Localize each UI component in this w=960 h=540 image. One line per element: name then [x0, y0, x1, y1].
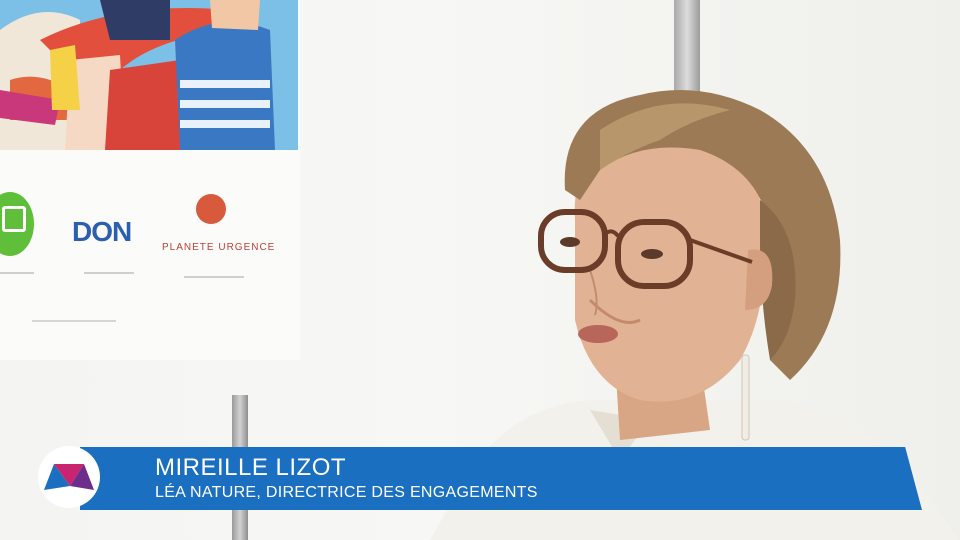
speaker-title: LÉA NATURE, DIRECTRICE DES ENGAGEMENTS: [155, 484, 538, 501]
video-frame: DON PLANETE URGENCE MIREILLE LIZOT LÉA N…: [0, 0, 960, 540]
m-logo-icon: [38, 446, 100, 508]
speaker-name: MIREILLE LIZOT: [155, 454, 347, 481]
